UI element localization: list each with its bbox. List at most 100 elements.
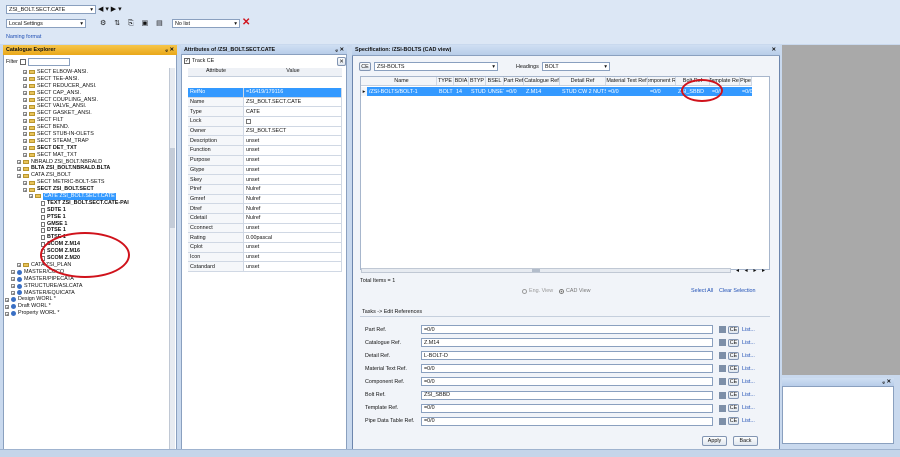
ref-ce-button[interactable]: CE	[728, 404, 739, 413]
spec-page-nav[interactable]: ◂ ◂ ▸ ▸	[736, 267, 767, 274]
ref-ce-button[interactable]: CE	[728, 364, 739, 373]
attribute-row[interactable]: Cdetail Nulref	[188, 213, 342, 224]
attribute-row[interactable]: Icon unset	[188, 252, 342, 263]
ref-ce-button[interactable]: CE	[728, 391, 739, 399]
settings-combo[interactable]: Local Settings ▾	[6, 19, 86, 28]
attributes-options-button[interactable]: ✕	[337, 57, 346, 66]
attribute-value[interactable]: unset	[244, 223, 342, 233]
tree-item-sect-valve-ansi[interactable]: + SECT VALVE_ANSI.	[5, 103, 165, 110]
expand-icon[interactable]: +	[5, 311, 9, 316]
expand-icon[interactable]: +	[11, 277, 15, 282]
close-icon[interactable]: ✕	[771, 47, 780, 53]
attribute-row[interactable]: Purpose unset	[188, 155, 342, 166]
pick-icon[interactable]	[719, 378, 726, 386]
tree-item-master-equicata[interactable]: + MASTER/EQUICATA	[5, 290, 165, 297]
attribute-row[interactable]: Cstandard unset	[188, 262, 342, 273]
tree-item-sect-steam-trap[interactable]: + SECT STEAM_TRAP	[5, 138, 165, 145]
ref-ce-button[interactable]: CE	[728, 417, 739, 426]
pick-icon[interactable]	[719, 365, 726, 373]
tree-item-structure-aslcata[interactable]: + STRUCTURE/ASLCATA	[5, 283, 165, 290]
ref-input[interactable]: =0/0	[421, 403, 713, 413]
tree-item-sect-zsi-bolt-sect[interactable]: + SECT ZSI_BOLT.SECT	[5, 186, 165, 193]
ref-list-link[interactable]: List...	[742, 340, 755, 346]
ref-list-link[interactable]: List...	[742, 418, 755, 424]
ref-list-link[interactable]: List...	[742, 353, 755, 359]
expand-icon[interactable]: +	[23, 153, 27, 158]
attribute-value[interactable]: unset	[244, 155, 342, 165]
attribute-value[interactable]: CATE	[244, 107, 342, 117]
tree-item-sect-elbow-ansi[interactable]: + SECT ELBOW-ANSI.	[5, 69, 165, 76]
spec-combo[interactable]: ZSI-BOLTS ▾	[374, 62, 498, 71]
attribute-value[interactable]: ZSI_BOLT.SECT	[244, 126, 342, 136]
expand-icon[interactable]: +	[5, 304, 9, 309]
ref-input[interactable]: =0/0	[421, 325, 713, 334]
pin-close-icon[interactable]: ᵩ ✕	[165, 47, 177, 53]
attribute-row[interactable]: Function unset	[188, 146, 342, 156]
attribute-row[interactable]: RefNo =16419/179116	[188, 88, 342, 98]
attribute-row[interactable]: Owner ZSI_BOLT.SECT	[188, 126, 342, 137]
attribute-value[interactable]: unset	[244, 252, 342, 262]
spec-ce-button[interactable]: CE	[359, 62, 371, 71]
close-icon[interactable]: ✕	[242, 17, 250, 28]
col-name[interactable]: Name	[367, 77, 437, 85]
filter-combo[interactable]	[27, 58, 70, 66]
list-combo[interactable]: No list ▾	[172, 19, 240, 28]
clear-selection-link[interactable]: Clear Selection	[719, 288, 756, 294]
col-component-ref[interactable]: Component Ref	[648, 77, 676, 85]
current-element-combo[interactable]: ZSI_BOLT.SECT.CATE ▾	[6, 5, 96, 14]
tree-item-cate-zsi-bolt-sect-cate[interactable]: + CATE ZSI_BOLT.SECT.CATE	[5, 193, 165, 200]
expand-icon[interactable]: +	[23, 132, 27, 137]
expand-icon[interactable]: +	[17, 173, 21, 178]
ref-input[interactable]: ZSI_SBBD	[421, 390, 713, 400]
attribute-row[interactable]: Gtype unset	[188, 165, 342, 176]
pick-icon[interactable]	[719, 352, 726, 360]
attribute-value[interactable]: =16419/179116	[244, 88, 342, 97]
tree-item-property-worl[interactable]: + Property WORL *	[5, 310, 165, 317]
tree-item-gmse-1[interactable]: +GMSE 1	[5, 221, 165, 228]
attribute-value[interactable]: 0.00pascal	[244, 233, 342, 242]
attribute-value[interactable]: unset	[244, 136, 342, 146]
expand-icon[interactable]: +	[23, 104, 27, 109]
col-pipe[interactable]: Pipe	[740, 77, 752, 85]
pick-icon[interactable]	[719, 417, 726, 425]
back-button[interactable]: Back	[733, 436, 758, 446]
expand-icon[interactable]: +	[23, 70, 27, 75]
attribute-row[interactable]: Name ZSI_BOLT.SECT.CATE	[188, 97, 342, 108]
ref-input[interactable]: =0/0	[421, 377, 713, 387]
expand-icon[interactable]: +	[17, 160, 21, 165]
attribute-value[interactable]: unset	[244, 243, 342, 252]
expand-icon[interactable]: +	[23, 98, 27, 103]
tree-item-sect-bend[interactable]: + SECT BEND.	[5, 124, 165, 131]
pin-close-icon[interactable]: ᵩ ✕	[335, 47, 347, 53]
apply-button[interactable]: Apply	[702, 436, 727, 446]
tree-item-sect-filt[interactable]: + SECT FILT	[5, 117, 165, 124]
tree-item-text-zsi-bolt-sect-cate-pai[interactable]: +TEXT ZSI_BOLT.SECT.CATE-PAI	[5, 200, 165, 207]
ref-ce-button[interactable]: CE	[728, 351, 739, 360]
expand-icon[interactable]: +	[23, 146, 27, 151]
ref-list-link[interactable]: List...	[742, 366, 755, 372]
ref-ce-button[interactable]: CE	[728, 338, 739, 347]
lock-checkbox[interactable]	[246, 118, 251, 124]
col-bsel[interactable]: BSEL	[486, 77, 504, 85]
ref-input[interactable]: Z.M14	[421, 338, 713, 348]
tree-item-draft-worl[interactable]: + Draft WORL *	[5, 303, 165, 310]
col-type[interactable]: TYPE	[437, 77, 454, 85]
pick-icon[interactable]	[719, 391, 726, 399]
attribute-row[interactable]: Lock	[188, 117, 342, 127]
attribute-value[interactable]: unset	[244, 165, 342, 175]
ref-ce-button[interactable]: CE	[728, 377, 739, 386]
attribute-value[interactable]: unset	[244, 146, 342, 155]
attribute-value[interactable]	[244, 117, 342, 126]
expand-icon[interactable]: +	[23, 84, 27, 89]
col-detail-ref[interactable]: Detail Ref	[560, 77, 606, 85]
tree-item-sect-mat-txt[interactable]: + SECT MAT_TXT	[5, 152, 165, 159]
attribute-row[interactable]: Cplot unset	[188, 243, 342, 253]
spec-hscrollbar[interactable]	[361, 268, 731, 273]
tree-item-sect-reducer-ansi[interactable]: + SECT REDUCER_ANSI.	[5, 83, 165, 90]
ref-list-link[interactable]: List...	[742, 405, 755, 411]
col-value[interactable]: Value	[244, 68, 342, 76]
col-part-ref[interactable]: Part Ref	[504, 77, 524, 85]
tree-item-sdte-1[interactable]: +SDTE 1	[5, 207, 165, 214]
attribute-row[interactable]: Rating 0.00pascal	[188, 233, 342, 243]
attribute-row[interactable]: Dtref Nulref	[188, 204, 342, 214]
